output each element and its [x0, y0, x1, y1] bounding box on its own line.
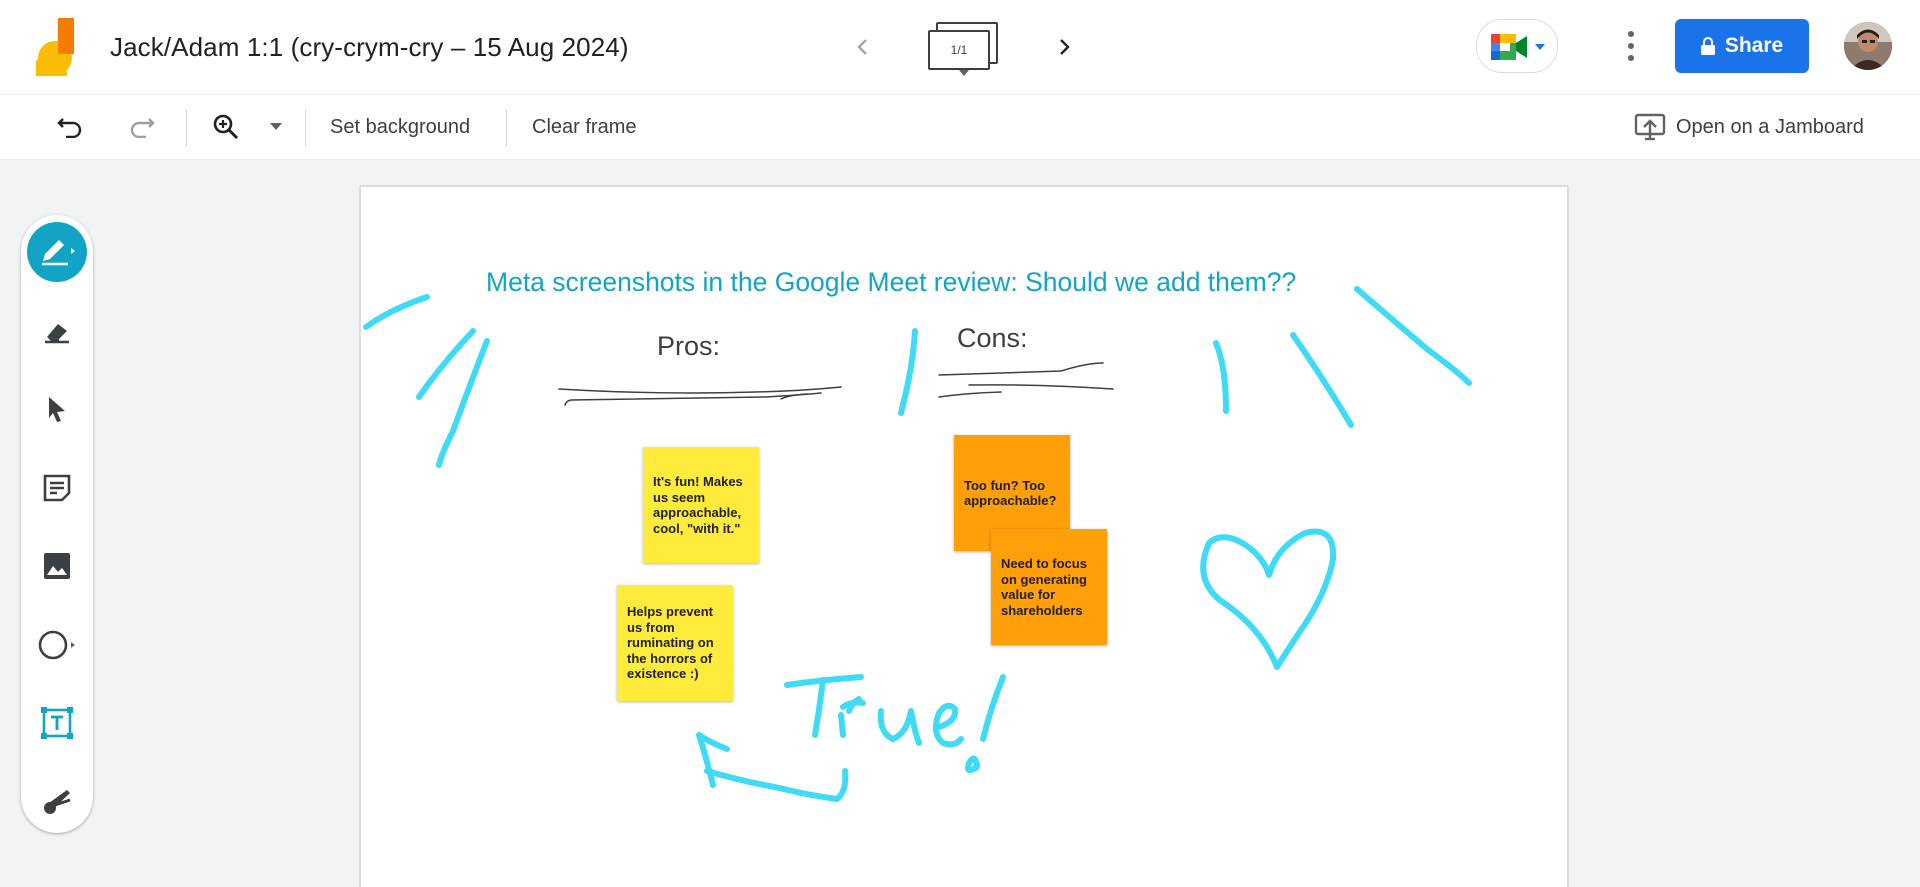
dot-icon: [1628, 31, 1634, 37]
frame-title-text[interactable]: Meta screenshots in the Google Meet revi…: [486, 267, 1296, 298]
dot-icon: [1628, 43, 1634, 49]
avatar-photo: [1844, 22, 1892, 70]
google-meet-button[interactable]: [1476, 19, 1558, 73]
share-label: Share: [1724, 34, 1784, 57]
laser-pointer-icon: [44, 790, 71, 814]
eraser-tool-button[interactable]: [27, 301, 87, 361]
next-frame-button[interactable]: [1047, 30, 1081, 64]
tool-rail: [21, 215, 93, 833]
handwriting-true-stroke: [812, 677, 826, 738]
heart-drawing: [1200, 528, 1337, 670]
ink-stroke: [1354, 286, 1472, 386]
editing-toolbar: Set background Clear frame Open on a Jam…: [0, 95, 1920, 160]
toolbar-divider: [305, 109, 306, 147]
arrow-drawing: [704, 768, 849, 802]
open-on-jamboard-label: Open on a Jamboard: [1676, 115, 1864, 138]
clear-frame-button[interactable]: Clear frame: [532, 109, 636, 145]
caret-down-icon: [1535, 44, 1545, 50]
ink-stroke: [1290, 332, 1354, 428]
jam-frame-canvas[interactable]: Meta screenshots in the Google Meet revi…: [359, 185, 1569, 887]
redo-icon: [130, 118, 155, 138]
app-header: Jack/Adam 1:1 (cry-crym-cry – 15 Aug 202…: [0, 0, 1920, 95]
undo-button[interactable]: [52, 109, 88, 145]
ink-stroke: [416, 328, 476, 400]
previous-frame-button[interactable]: [846, 30, 880, 64]
circle-shape-icon: [38, 630, 75, 660]
chevron-right-icon: [1060, 39, 1070, 55]
cast-to-device-icon: [1634, 113, 1666, 141]
dot-icon: [1628, 55, 1634, 61]
undo-icon: [57, 118, 82, 138]
chevron-left-icon: [857, 39, 867, 55]
user-avatar[interactable]: [1844, 22, 1892, 70]
sticky-note[interactable]: It's fun! Makes us seem approachable, co…: [643, 447, 759, 563]
cursor-arrow-icon: [49, 397, 65, 422]
caret-down-icon: [270, 123, 282, 130]
sticky-note-icon: [43, 474, 71, 502]
document-title[interactable]: Jack/Adam 1:1 (cry-crym-cry – 15 Aug 202…: [110, 32, 629, 63]
handwriting-true-stroke: [965, 755, 980, 774]
zoom-in-icon: [213, 114, 239, 140]
sticky-note[interactable]: Need to focus on generating value for sh…: [991, 529, 1107, 645]
share-button[interactable]: Share: [1675, 19, 1809, 73]
pros-underline: [558, 386, 842, 394]
sticky-note[interactable]: Helps prevent us from ruminating on the …: [617, 585, 733, 701]
toolbar-divider: [506, 109, 507, 147]
redo-button[interactable]: [124, 109, 160, 145]
image-tool-button[interactable]: [27, 536, 87, 596]
open-on-jamboard-button[interactable]: Open on a Jamboard: [1634, 109, 1864, 145]
handwriting-true-stroke: [980, 674, 1006, 742]
jamboard-logo[interactable]: [36, 18, 80, 76]
ink-stroke: [898, 328, 918, 416]
eraser-icon: [45, 324, 69, 344]
cons-underline: [938, 391, 1002, 398]
zoom-button[interactable]: [208, 109, 244, 145]
image-icon: [44, 553, 70, 579]
handwriting-true-stroke: [877, 708, 922, 746]
sticky-note-tool-button[interactable]: [27, 458, 87, 518]
set-background-button[interactable]: Set background: [330, 109, 470, 145]
cons-underline: [968, 384, 1114, 390]
laser-tool-button[interactable]: [27, 771, 87, 831]
pen-icon: [42, 240, 75, 266]
google-meet-icon: [1491, 34, 1527, 60]
more-options-button[interactable]: [1618, 26, 1644, 66]
ink-stroke: [1213, 340, 1229, 414]
handwriting-true-stroke: [932, 702, 964, 748]
toolbar-divider: [186, 109, 187, 147]
pen-tool-button[interactable]: [27, 222, 87, 282]
select-tool-button[interactable]: [27, 379, 87, 439]
frame-bar-toggle[interactable]: 1/1: [926, 20, 1002, 78]
frame-counter: 1/1: [928, 30, 990, 70]
zoom-menu-button[interactable]: [264, 109, 288, 145]
text-box-tool-button[interactable]: [27, 693, 87, 753]
lock-icon: [1700, 37, 1715, 55]
ink-stroke: [363, 294, 430, 330]
shape-tool-button[interactable]: [27, 615, 87, 675]
pros-label[interactable]: Pros:: [657, 331, 720, 362]
cons-label[interactable]: Cons:: [957, 323, 1028, 354]
cons-underline: [938, 362, 1104, 376]
caret-down-icon: [959, 70, 969, 76]
text-box-icon: [41, 707, 73, 739]
